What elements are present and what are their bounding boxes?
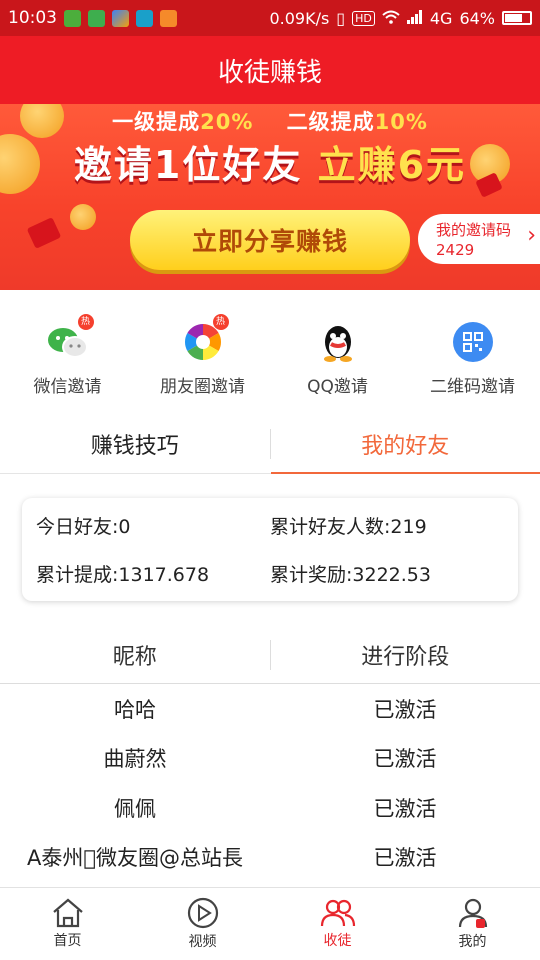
friend-nickname: 佩佩: [114, 796, 156, 821]
share-wechat[interactable]: 热 微信邀请: [0, 290, 135, 408]
friend-nickname: 曲蔚然: [103, 747, 167, 772]
play-icon: [187, 897, 218, 929]
column-header-nickname: 昵称: [112, 644, 157, 670]
table-row: A泰州 微友圈@总站長 已激活: [0, 833, 540, 883]
app-notification-icon: [88, 9, 105, 27]
commission-level1-pct: 20%: [200, 110, 254, 134]
tab-my-friends[interactable]: 我的好友: [270, 414, 540, 474]
battery-level: 64%: [459, 8, 495, 28]
profile-icon: [458, 898, 487, 928]
invite-headline: 邀请1位好友: [73, 143, 303, 187]
wifi-icon: [382, 9, 400, 28]
nav-apprentice[interactable]: 收徒: [270, 888, 405, 960]
hot-badge: 热: [77, 314, 94, 330]
column-header-stage: 进行阶段: [361, 644, 450, 670]
bottom-navigation: 首页 视频 收徒 我的: [0, 887, 540, 960]
signal-icon: [406, 9, 423, 28]
content-tabs: 赚钱技巧 我的好友: [0, 414, 540, 474]
friend-nickname: 哈哈: [114, 697, 156, 722]
vibrate-icon: ▯: [336, 8, 346, 28]
network-type: 4G: [429, 8, 453, 28]
table-row: 佩佩 已激活: [0, 783, 540, 833]
share-label: 微信邀请: [33, 377, 102, 397]
wechat-notification-icon: [64, 9, 81, 27]
friends-table: 哈哈 已激活 曲蔚然 已激活 佩佩 已激活 A泰州 微友圈@总站長 已激活: [0, 684, 540, 882]
news-notification-icon: [160, 9, 177, 27]
table-row: 哈哈 已激活: [0, 684, 540, 734]
nav-video[interactable]: 视频: [135, 888, 270, 960]
share-moments[interactable]: 热 朋友圈邀请: [135, 290, 270, 408]
page-title: 收徒赚钱: [0, 36, 540, 104]
nav-label: 首页: [53, 933, 82, 949]
share-label: QQ邀请: [307, 377, 368, 397]
coin-decoration: [70, 204, 96, 230]
scan-notification-icon: [136, 9, 153, 27]
tab-earning-tips[interactable]: 赚钱技巧: [0, 414, 270, 473]
hot-badge: 热: [212, 314, 229, 330]
hd-icon: HD: [352, 10, 375, 26]
invite-code-value: 2429: [436, 241, 475, 259]
nav-label: 收徒: [323, 933, 352, 949]
battery-icon: [502, 11, 532, 25]
commission-level2-label: 二级提成: [286, 110, 375, 134]
nav-label: 我的: [458, 934, 487, 950]
red-envelope-decoration: [26, 217, 62, 249]
stat-today-friends: 今日好友:0: [36, 516, 131, 539]
friend-stage: 已激活: [373, 697, 437, 722]
friend-stats-card: 今日好友:0 累计好友人数:219 累计提成:1317.678 累计奖励:322…: [22, 498, 518, 601]
table-row: 曲蔚然 已激活: [0, 734, 540, 784]
nav-label: 视频: [188, 934, 217, 950]
moments-icon: 热: [181, 314, 229, 364]
reward-headline: 立赚6元: [317, 143, 467, 187]
stat-total-reward: 累计奖励:3222.53: [270, 563, 431, 586]
status-bar: 10:03 0.09K/s ▯ HD 4G 64%: [0, 0, 540, 36]
home-icon: [52, 898, 83, 928]
invite-code-label: 我的邀请码: [436, 221, 512, 239]
friend-stage: 已激活: [373, 796, 437, 821]
share-label: 二维码邀请: [430, 377, 515, 397]
network-speed: 0.09K/s: [269, 8, 330, 28]
clock: 10:03: [8, 8, 57, 28]
friend-nickname: A泰州 微友圈@总站長: [27, 846, 243, 871]
photos-notification-icon: [112, 9, 129, 27]
stat-total-friends: 累计好友人数:219: [270, 516, 427, 539]
users-icon: [320, 899, 355, 927]
share-options: 热 微信邀请 热 朋友圈邀请 QQ邀请 二维码邀请: [0, 290, 540, 408]
share-label: 朋友圈邀请: [160, 377, 245, 397]
qrcode-icon: [451, 320, 495, 364]
share-earn-button[interactable]: 立即分享赚钱: [130, 210, 410, 270]
invite-code-badge[interactable]: 我的邀请码 2429 ›: [418, 214, 540, 264]
share-qrcode[interactable]: 二维码邀请: [405, 290, 540, 408]
commission-level1-label: 一级提成: [112, 110, 201, 134]
chevron-right-icon: ›: [527, 223, 536, 248]
friend-stage: 已激活: [373, 747, 437, 772]
invite-banner: 一级提成20% 二级提成10% 邀请1位好友 立赚6元 立即分享赚钱 我的邀请码…: [0, 104, 540, 290]
friends-table-header: 昵称 进行阶段: [0, 626, 540, 684]
stat-total-commission: 累计提成:1317.678: [36, 563, 210, 586]
share-qq[interactable]: QQ邀请: [270, 290, 405, 408]
nav-home[interactable]: 首页: [0, 888, 135, 960]
nav-profile[interactable]: 我的: [405, 888, 540, 960]
wechat-icon: 热: [46, 314, 94, 364]
friend-stage: 已激活: [373, 846, 437, 871]
commission-level2-pct: 10%: [374, 110, 428, 134]
qq-icon: [316, 320, 360, 364]
